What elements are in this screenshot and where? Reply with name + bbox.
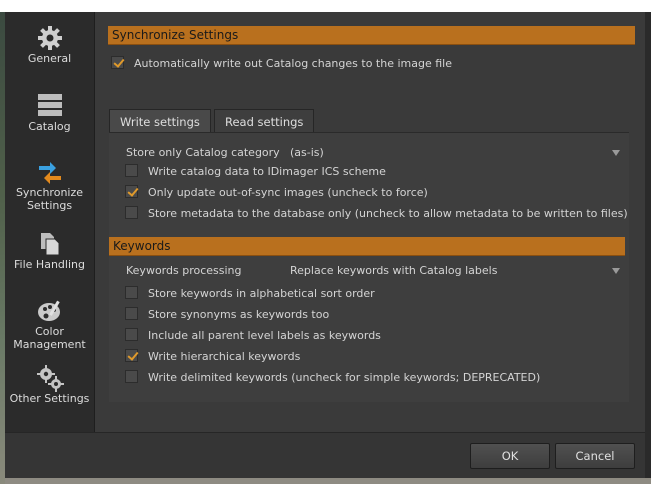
option-write-ics[interactable]: Write catalog data to IDimager ICS schem… (125, 163, 386, 181)
auto-write-label: Automatically write out Catalog changes … (134, 57, 452, 70)
store-synonyms-checkbox[interactable] (125, 307, 138, 320)
tab-read-settings[interactable]: Read settings (214, 109, 315, 133)
auto-write-option[interactable]: Automatically write out Catalog changes … (111, 55, 452, 73)
auto-write-checkbox[interactable] (111, 56, 124, 69)
option-parent-labels[interactable]: Include all parent level labels as keywo… (125, 327, 381, 345)
keywords-processing-select[interactable]: Replace keywords with Catalog labels (290, 264, 497, 277)
store-db-only-checkbox[interactable] (125, 206, 138, 219)
store-synonyms-label: Store synonyms as keywords too (148, 308, 330, 321)
section-header-synchronize: Synchronize Settings (108, 26, 635, 45)
sidebar-item-other-settings[interactable]: Other Settings (5, 364, 94, 405)
option-store-synonyms[interactable]: Store synonyms as keywords too (125, 306, 329, 324)
keywords-sort-checkbox[interactable] (125, 286, 138, 299)
hierarchical-keywords-label: Write hierarchical keywords (148, 350, 301, 363)
sidebar: General Catalog Synchronize Settings Fil… (5, 12, 94, 432)
keywords-sort-label: Store keywords in alphabetical sort orde… (148, 287, 375, 300)
tab-write-settings[interactable]: Write settings (109, 109, 211, 133)
option-delimited-keywords[interactable]: Write delimited keywords (uncheck for si… (125, 369, 540, 387)
sidebar-item-color-management[interactable]: Color Management (5, 297, 94, 351)
palette-icon (5, 297, 94, 325)
file-copy-icon (5, 230, 94, 258)
sidebar-item-file-handling[interactable]: File Handling (5, 230, 94, 271)
chevron-down-icon[interactable] (612, 268, 620, 274)
sidebar-item-general[interactable]: General (5, 24, 94, 65)
store-category-select[interactable]: (as-is) (290, 146, 324, 159)
gear-icon (5, 24, 94, 52)
parent-labels-checkbox[interactable] (125, 328, 138, 341)
preferences-dialog: General Catalog Synchronize Settings Fil… (5, 12, 645, 478)
hierarchical-keywords-checkbox[interactable] (125, 349, 138, 362)
sidebar-item-label: Synchronize Settings (15, 186, 84, 212)
sidebar-item-catalog[interactable]: Catalog (5, 92, 94, 133)
delimited-keywords-checkbox[interactable] (125, 370, 138, 383)
write-settings-panel: Store only Catalog category (as-is) Writ… (109, 132, 629, 402)
ok-button[interactable]: OK (470, 443, 550, 469)
parent-labels-label: Include all parent level labels as keywo… (148, 329, 381, 342)
sidebar-item-label: Catalog (28, 120, 71, 133)
write-ics-label: Write catalog data to IDimager ICS schem… (148, 165, 386, 178)
dialog-footer: OK Cancel (5, 432, 645, 478)
write-ics-checkbox[interactable] (125, 164, 138, 177)
sidebar-item-label: Other Settings (9, 392, 90, 405)
chevron-down-icon[interactable] (612, 150, 620, 156)
sidebar-item-label: File Handling (14, 258, 85, 271)
background-bottom (5, 478, 651, 484)
cancel-button[interactable]: Cancel (555, 443, 635, 469)
option-store-metadata-db-only[interactable]: Store metadata to the database only (unc… (125, 205, 628, 223)
option-only-update-out-of-sync[interactable]: Only update out-of-sync images (uncheck … (125, 184, 428, 202)
background-top (0, 0, 651, 12)
sidebar-item-synchronize-settings[interactable]: Synchronize Settings (5, 158, 94, 212)
store-db-only-label: Store metadata to the database only (unc… (148, 207, 628, 220)
sidebar-item-label: Color Management (13, 325, 86, 351)
gears-icon (5, 364, 94, 392)
store-category-label: Store only Catalog category (126, 146, 280, 159)
section-header-keywords: Keywords (109, 237, 625, 256)
only-update-label: Only update out-of-sync images (uncheck … (148, 186, 428, 199)
option-hierarchical-keywords[interactable]: Write hierarchical keywords (125, 348, 300, 366)
settings-panel: Synchronize Settings Automatically write… (95, 12, 645, 432)
sidebar-item-label: General (27, 52, 72, 65)
catalog-stack-icon (5, 92, 94, 120)
keywords-processing-label: Keywords processing (126, 264, 242, 277)
delimited-keywords-label: Write delimited keywords (uncheck for si… (148, 371, 541, 384)
only-update-checkbox[interactable] (125, 185, 138, 198)
sync-arrows-icon (5, 158, 94, 186)
option-keywords-sort[interactable]: Store keywords in alphabetical sort orde… (125, 285, 375, 303)
